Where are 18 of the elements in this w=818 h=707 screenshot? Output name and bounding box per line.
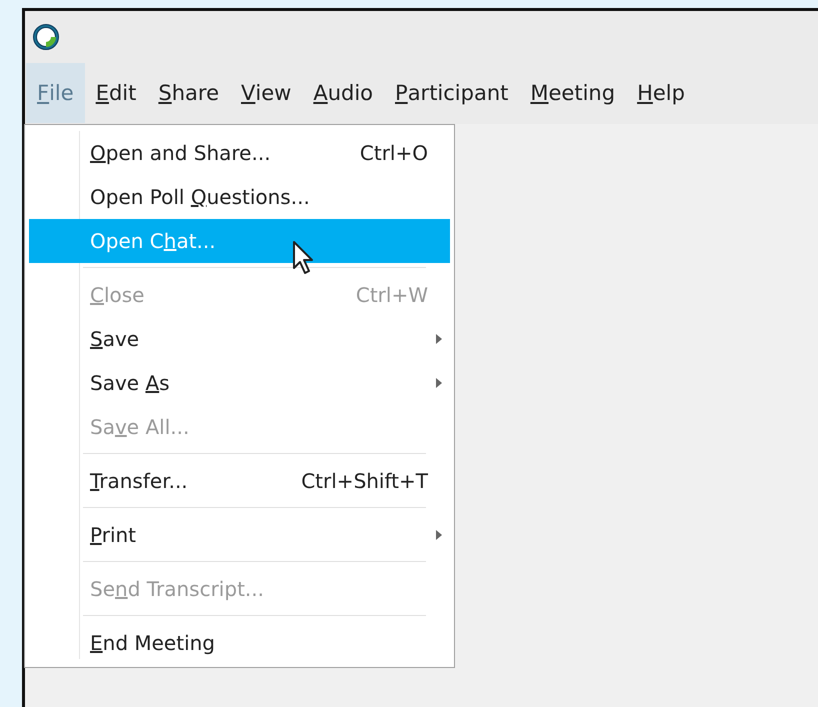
menu-bar-item[interactable]: Share — [147, 63, 230, 123]
menu-item[interactable]: Save As — [29, 361, 450, 405]
submenu-arrow-icon — [436, 378, 442, 388]
menu-item[interactable]: Transfer... Ctrl+Shift+T — [29, 459, 450, 503]
menu-bar-item[interactable]: Edit — [84, 63, 148, 123]
menu-item[interactable]: Print — [29, 513, 450, 557]
menu-item[interactable]: Open Poll Questions... — [29, 175, 450, 219]
menu-bar-item[interactable]: Audio — [302, 63, 384, 123]
submenu-arrow-icon — [436, 530, 442, 540]
menu-item[interactable]: Open and Share... Ctrl+O — [29, 131, 450, 175]
menu-bar-item[interactable]: Help — [626, 63, 696, 123]
menu-bar-item[interactable]: Meeting — [519, 63, 626, 123]
submenu-arrow-icon — [436, 334, 442, 344]
menu-item[interactable]: End Meeting — [29, 621, 450, 665]
menu-bar-item[interactable]: View — [230, 63, 302, 123]
menu-item[interactable]: Save — [29, 317, 450, 361]
app-logo-icon — [33, 24, 59, 50]
menu-bar-item[interactable]: Participant — [384, 63, 520, 123]
